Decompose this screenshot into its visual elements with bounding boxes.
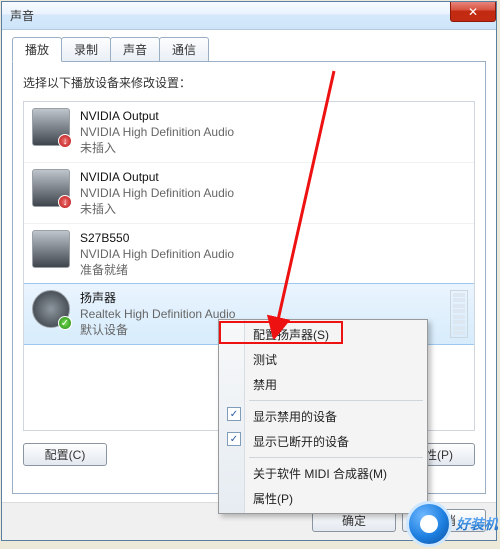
watermark-text: 好装机 xyxy=(456,514,498,534)
device-icon: ↓ xyxy=(32,169,70,207)
device-status: 准备就绪 xyxy=(80,262,234,278)
close-icon: ✕ xyxy=(468,5,478,19)
tab-sounds[interactable]: 声音 xyxy=(110,37,160,62)
device-status: 默认设备 xyxy=(80,322,235,338)
device-row[interactable]: ↓ NVIDIA Output NVIDIA High Definition A… xyxy=(24,162,474,223)
watermark: 好装机 xyxy=(406,501,498,547)
tabstrip: 播放 录制 声音 通信 xyxy=(2,36,496,61)
device-status: 未插入 xyxy=(80,201,234,217)
check-icon: ✓ xyxy=(227,407,241,421)
menu-configure-speakers[interactable]: 配置扬声器(S) xyxy=(221,322,425,347)
device-desc: NVIDIA High Definition Audio xyxy=(80,246,234,262)
instruction-text: 选择以下播放设备来修改设置： xyxy=(23,74,475,91)
device-desc: NVIDIA High Definition Audio xyxy=(80,124,234,140)
status-badge-icon: ↓ xyxy=(58,195,72,209)
device-desc: Realtek High Definition Audio xyxy=(80,306,235,322)
menu-separator xyxy=(249,400,423,401)
menu-disable[interactable]: 禁用 xyxy=(221,372,425,397)
device-icon: ↓ xyxy=(32,108,70,146)
device-name: S27B550 xyxy=(80,230,234,246)
status-badge-icon: ↓ xyxy=(58,134,72,148)
menu-properties[interactable]: 属性(P) xyxy=(221,486,425,511)
speaker-icon: ✓ xyxy=(32,290,70,328)
device-name: NVIDIA Output xyxy=(80,108,234,124)
device-row[interactable]: ↓ NVIDIA Output NVIDIA High Definition A… xyxy=(24,102,474,162)
tab-communications[interactable]: 通信 xyxy=(159,37,209,62)
close-button[interactable]: ✕ xyxy=(450,2,496,22)
tab-playback[interactable]: 播放 xyxy=(12,37,62,62)
check-icon: ✓ xyxy=(227,432,241,446)
configure-button[interactable]: 配置(C) xyxy=(23,443,107,466)
level-meter xyxy=(450,290,468,338)
titlebar: 声音 ✕ xyxy=(2,2,496,30)
device-icon xyxy=(32,230,70,268)
menu-test[interactable]: 测试 xyxy=(221,347,425,372)
window-title: 声音 xyxy=(10,7,34,24)
tab-recording[interactable]: 录制 xyxy=(61,37,111,62)
context-menu: 配置扬声器(S) 测试 禁用 ✓显示禁用的设备 ✓显示已断开的设备 关于软件 M… xyxy=(218,319,428,514)
menu-show-disconnected[interactable]: ✓显示已断开的设备 xyxy=(221,429,425,454)
menu-about-midi[interactable]: 关于软件 MIDI 合成器(M) xyxy=(221,461,425,486)
menu-separator xyxy=(249,457,423,458)
watermark-logo-icon xyxy=(406,501,452,547)
device-row[interactable]: S27B550 NVIDIA High Definition Audio 准备就… xyxy=(24,223,474,284)
device-status: 未插入 xyxy=(80,140,234,156)
device-name: NVIDIA Output xyxy=(80,169,234,185)
menu-show-disabled[interactable]: ✓显示禁用的设备 xyxy=(221,404,425,429)
status-badge-icon: ✓ xyxy=(58,316,72,330)
device-name: 扬声器 xyxy=(80,290,235,306)
device-desc: NVIDIA High Definition Audio xyxy=(80,185,234,201)
